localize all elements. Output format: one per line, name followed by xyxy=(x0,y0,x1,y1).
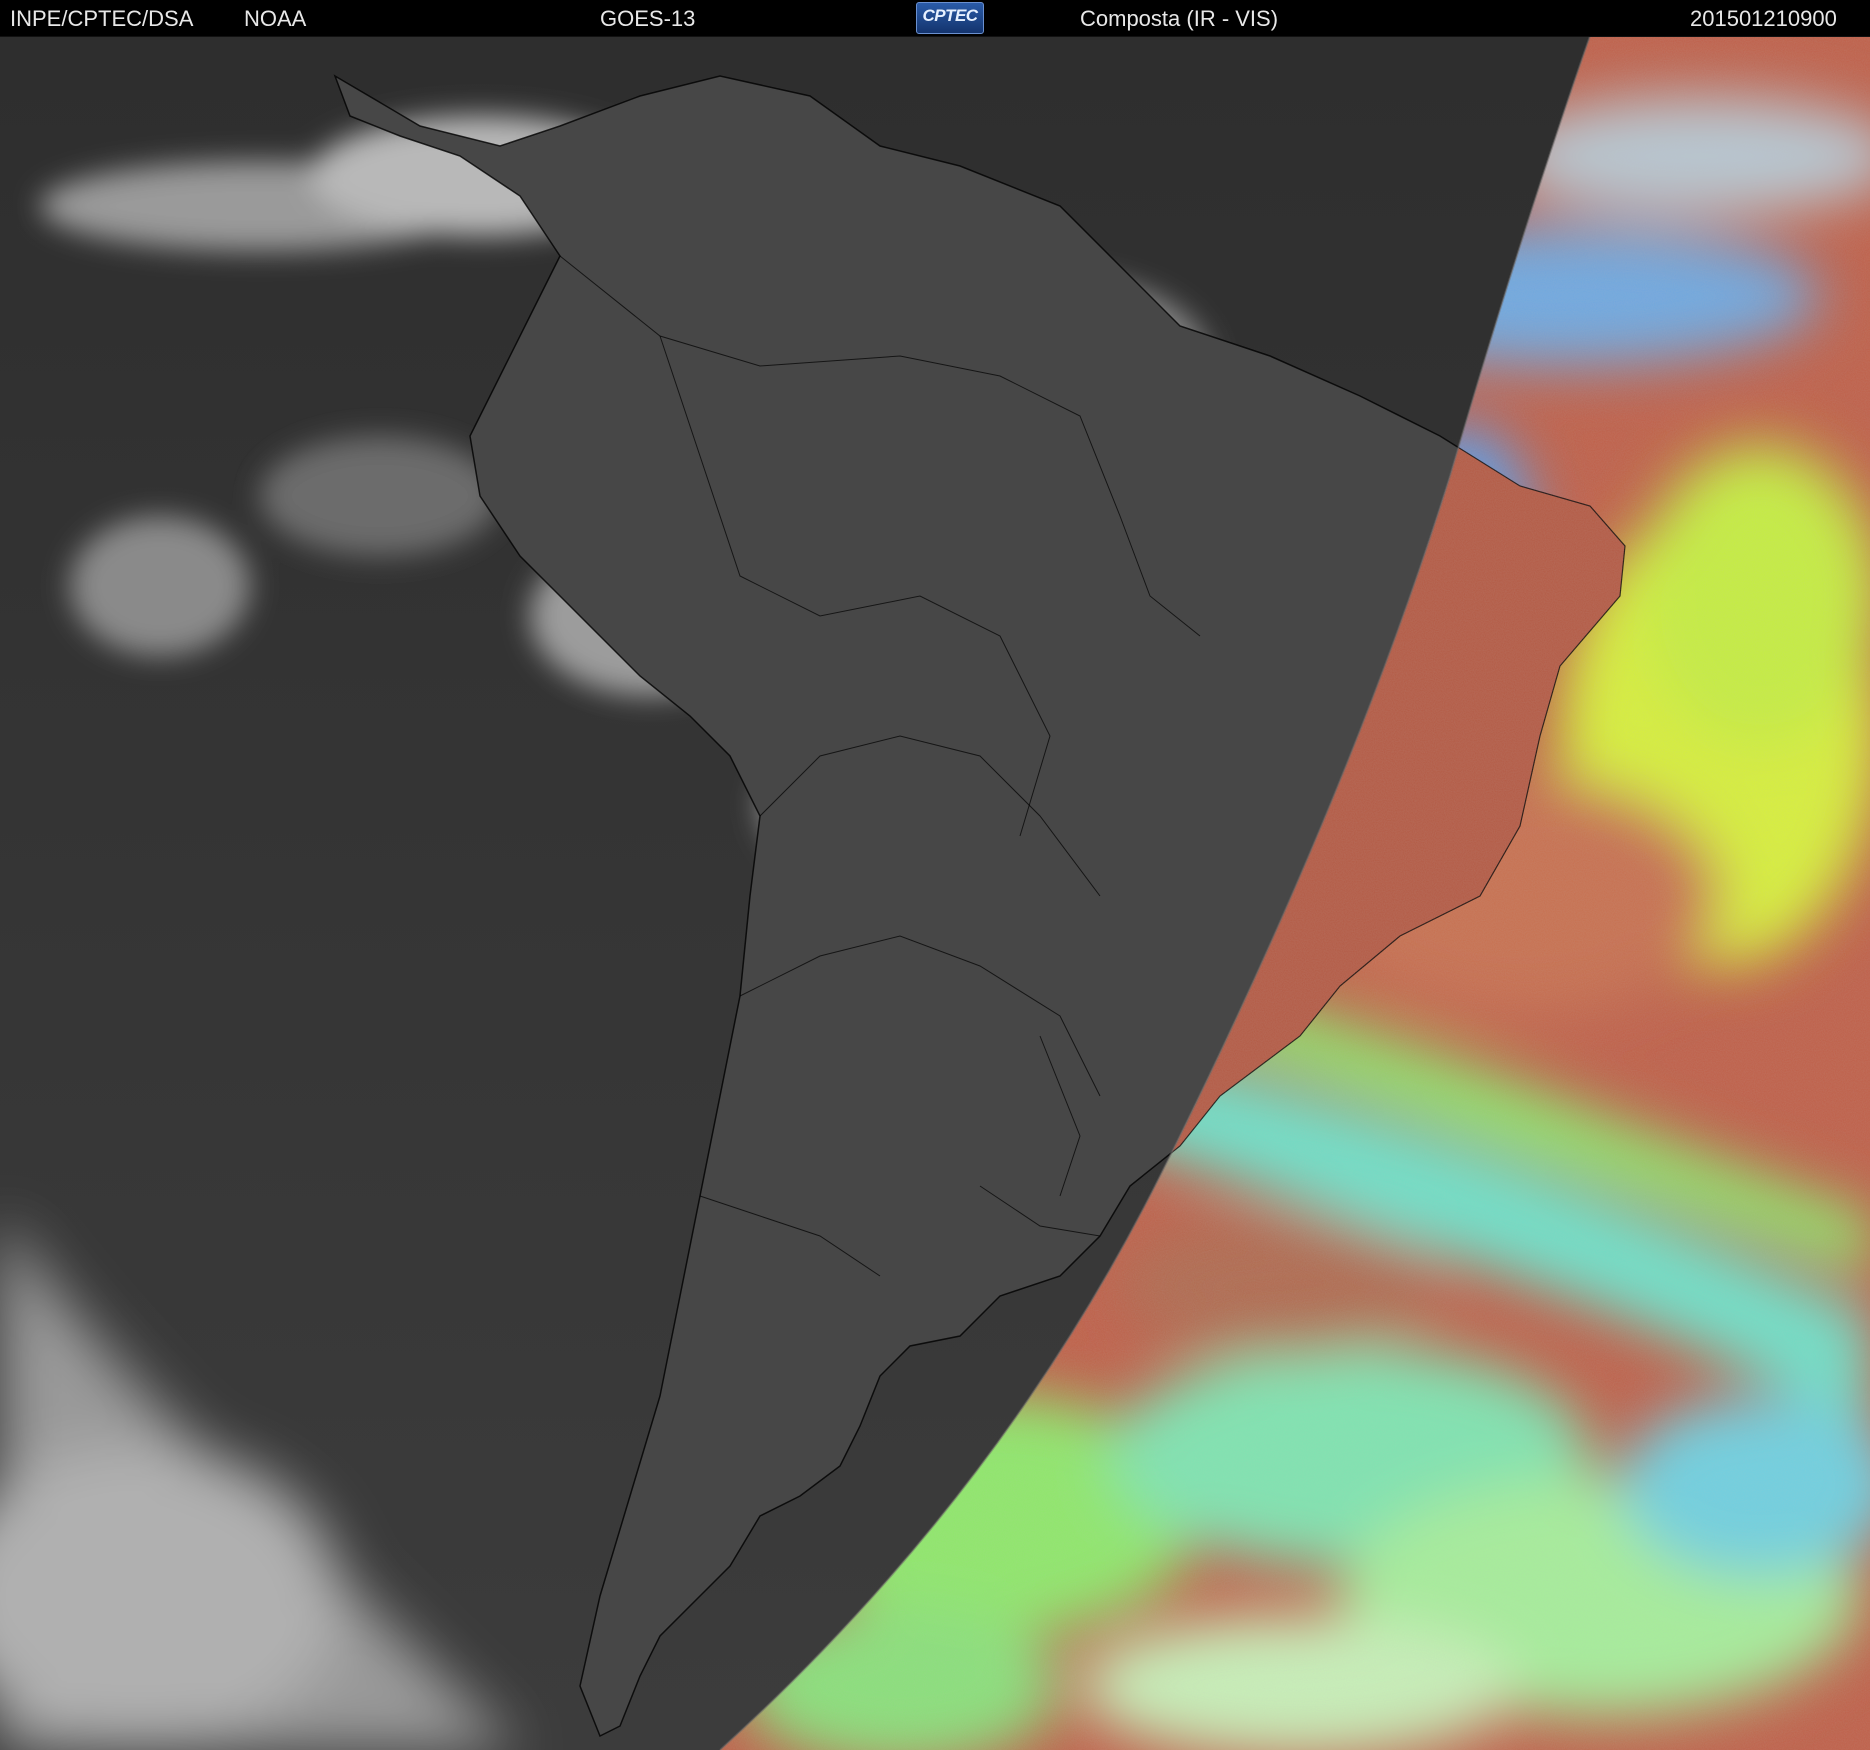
timestamp-label: 201501210900 xyxy=(1690,6,1837,31)
satellite-image-frame: INPE/CPTEC/DSA NOAA GOES-13 CPTEC Compos… xyxy=(0,0,1870,1750)
satellite-scene xyxy=(0,36,1870,1750)
image-header-bar: INPE/CPTEC/DSA NOAA GOES-13 CPTEC Compos… xyxy=(0,0,1870,37)
product-label: Composta (IR - VIS) xyxy=(1080,6,1279,31)
composite-imagery xyxy=(0,36,1870,1750)
agency-label: INPE/CPTEC/DSA xyxy=(10,6,194,31)
satellite-label: GOES-13 xyxy=(600,6,696,31)
cptec-logo: CPTEC xyxy=(916,2,984,34)
partner-label: NOAA xyxy=(244,6,307,31)
